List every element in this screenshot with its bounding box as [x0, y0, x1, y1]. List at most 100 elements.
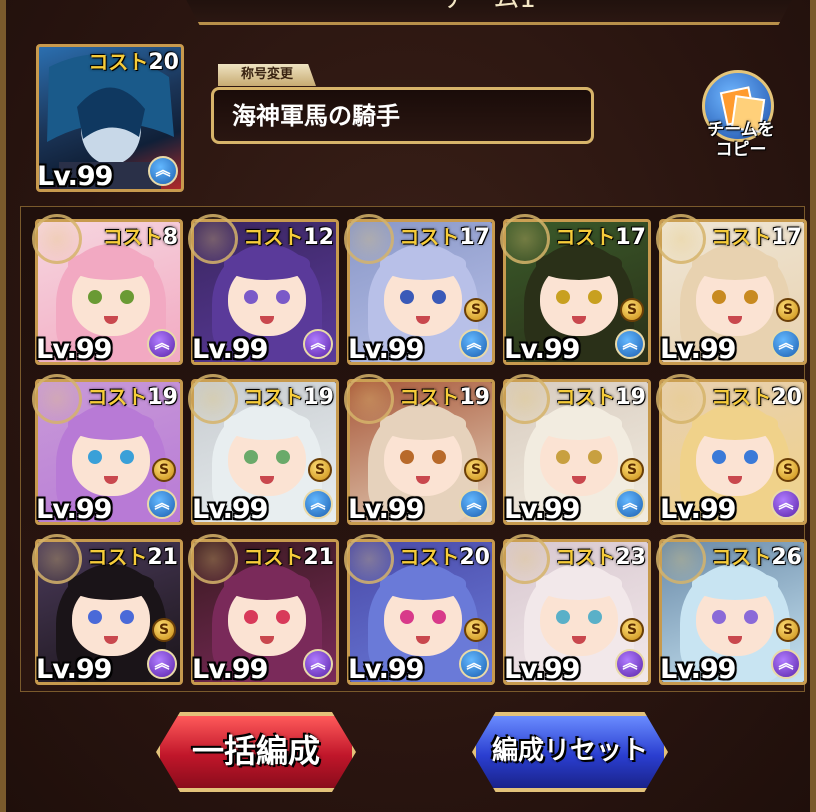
unit-cost-value: 21 — [147, 545, 178, 570]
unit-cost: コスト17 — [399, 221, 490, 250]
member-unit-card[interactable]: コスト20 S Lv.99 ︽ — [344, 534, 495, 685]
rank-up-icon: ︽ — [148, 156, 178, 186]
unit-level: Lv.99 — [36, 654, 112, 685]
unit-cost-value: 19 — [147, 385, 178, 410]
member-unit-card[interactable]: コスト20 S Lv.99 ︽ — [656, 374, 807, 525]
element-emblem-icon — [656, 214, 706, 264]
member-unit-card[interactable]: コスト17 S Lv.99 ︽ — [344, 214, 495, 365]
leader-level: Lv.99 — [37, 161, 113, 192]
rank-up-icon: ︽ — [303, 489, 333, 519]
unit-level: Lv.99 — [36, 334, 112, 365]
member-unit-card[interactable]: コスト26 S Lv.99 ︽ — [656, 534, 807, 685]
skill-s-badge-icon: S — [776, 298, 800, 322]
skill-s-badge-icon: S — [464, 618, 488, 642]
unit-cost-label: コスト — [243, 545, 304, 569]
member-unit-card[interactable]: コスト8 Lv.99 ︽ — [32, 214, 183, 365]
rank-up-icon: ︽ — [303, 649, 333, 679]
element-emblem-icon — [32, 374, 82, 424]
skill-s-badge-icon: S — [776, 458, 800, 482]
unit-level: Lv.99 — [660, 654, 736, 685]
member-unit-card[interactable]: コスト19 S Lv.99 ︽ — [32, 374, 183, 525]
rank-up-icon: ︽ — [771, 649, 801, 679]
copy-team-button[interactable]: チームを コピー — [696, 70, 786, 170]
unit-cost-label: コスト — [711, 225, 772, 249]
unit-cost: コスト17 — [711, 221, 802, 250]
unit-cost-value: 21 — [303, 545, 334, 570]
unit-cost-label: コスト — [87, 545, 148, 569]
unit-cost-label: コスト — [711, 545, 772, 569]
skill-s-badge-icon: S — [464, 458, 488, 482]
copy-team-label: チームを コピー — [696, 120, 786, 160]
leader-cost: コスト20 — [88, 47, 179, 75]
member-unit-card[interactable]: コスト12 Lv.99 ︽ — [188, 214, 339, 365]
skill-s-badge-icon: S — [152, 458, 176, 482]
element-emblem-icon — [344, 214, 394, 264]
rank-up-icon: ︽ — [615, 489, 645, 519]
member-unit-card[interactable]: コスト17 S Lv.99 ︽ — [656, 214, 807, 365]
unit-cost: コスト20 — [711, 381, 802, 410]
element-emblem-icon — [188, 214, 238, 264]
element-emblem-icon — [656, 374, 706, 424]
rank-up-icon: ︽ — [771, 329, 801, 359]
element-emblem-icon — [500, 214, 550, 264]
rank-up-icon: ︽ — [303, 329, 333, 359]
unit-cost-label: コスト — [243, 225, 304, 249]
member-unit-card[interactable]: コスト19 S Lv.99 ︽ — [500, 374, 651, 525]
unit-cost: コスト19 — [243, 381, 334, 410]
skill-s-badge-icon: S — [308, 458, 332, 482]
unit-cost-value: 19 — [615, 385, 646, 410]
unit-cost: コスト8 — [103, 221, 178, 250]
skill-s-badge-icon: S — [152, 618, 176, 642]
member-unit-card[interactable]: コスト19 S Lv.99 ︽ — [344, 374, 495, 525]
rank-up-icon: ︽ — [615, 649, 645, 679]
rank-up-icon: ︽ — [147, 329, 177, 359]
rank-up-icon: ︽ — [147, 489, 177, 519]
unit-cost-label: コスト — [102, 225, 163, 249]
unit-cost: コスト23 — [555, 541, 646, 570]
element-emblem-icon — [32, 534, 82, 584]
unit-cost: コスト21 — [243, 541, 334, 570]
unit-level: Lv.99 — [504, 334, 580, 365]
skill-s-badge-icon: S — [620, 298, 644, 322]
element-emblem-icon — [500, 534, 550, 584]
unit-cost-label: コスト — [87, 385, 148, 409]
unit-cost-label: コスト — [555, 545, 616, 569]
unit-level: Lv.99 — [504, 494, 580, 525]
bulk-organize-button[interactable]: 一括編成 — [156, 712, 356, 792]
member-unit-card[interactable]: コスト21 S Lv.99 ︽ — [32, 534, 183, 685]
rank-up-icon: ︽ — [459, 649, 489, 679]
unit-cost: コスト26 — [711, 541, 802, 570]
unit-level: Lv.99 — [348, 654, 424, 685]
rank-up-icon: ︽ — [615, 329, 645, 359]
member-unit-card[interactable]: コスト19 S Lv.99 ︽ — [188, 374, 339, 525]
element-emblem-icon — [188, 534, 238, 584]
unit-level: Lv.99 — [348, 334, 424, 365]
title-display-box[interactable]: 海神軍馬の騎手 — [211, 87, 594, 144]
unit-level: Lv.99 — [192, 494, 268, 525]
member-unit-card[interactable]: コスト23 S Lv.99 ︽ — [500, 534, 651, 685]
member-unit-card[interactable]: コスト17 S Lv.99 ︽ — [500, 214, 651, 365]
rank-up-icon: ︽ — [147, 649, 177, 679]
reset-organize-button[interactable]: 編成リセット — [472, 712, 668, 792]
unit-cost-value: 12 — [303, 225, 334, 250]
panel-title: チーム1 — [181, 0, 797, 25]
member-unit-card[interactable]: コスト21 Lv.99 ︽ — [188, 534, 339, 685]
unit-level: Lv.99 — [504, 654, 580, 685]
element-emblem-icon — [32, 214, 82, 264]
title-change-label[interactable]: 称号変更 — [218, 64, 316, 86]
element-emblem-icon — [188, 374, 238, 424]
leader-cost-value: 20 — [148, 50, 179, 75]
unit-cost: コスト12 — [243, 221, 334, 250]
unit-level: Lv.99 — [36, 494, 112, 525]
element-emblem-icon — [344, 374, 394, 424]
unit-cost-label: コスト — [399, 545, 460, 569]
unit-cost: コスト19 — [555, 381, 646, 410]
leader-unit-card[interactable]: コスト20 Lv.99 ︽ — [36, 44, 184, 192]
unit-cost-label: コスト — [555, 385, 616, 409]
unit-cost-label: コスト — [399, 225, 460, 249]
unit-cost: コスト19 — [87, 381, 178, 410]
element-emblem-icon — [656, 534, 706, 584]
unit-cost-value: 26 — [771, 545, 802, 570]
skill-s-badge-icon: S — [620, 618, 644, 642]
team-panel: チーム1 コスト20 Lv.99 ︽ 称号変更 海神軍馬の騎手 チームを コピー… — [0, 0, 816, 812]
